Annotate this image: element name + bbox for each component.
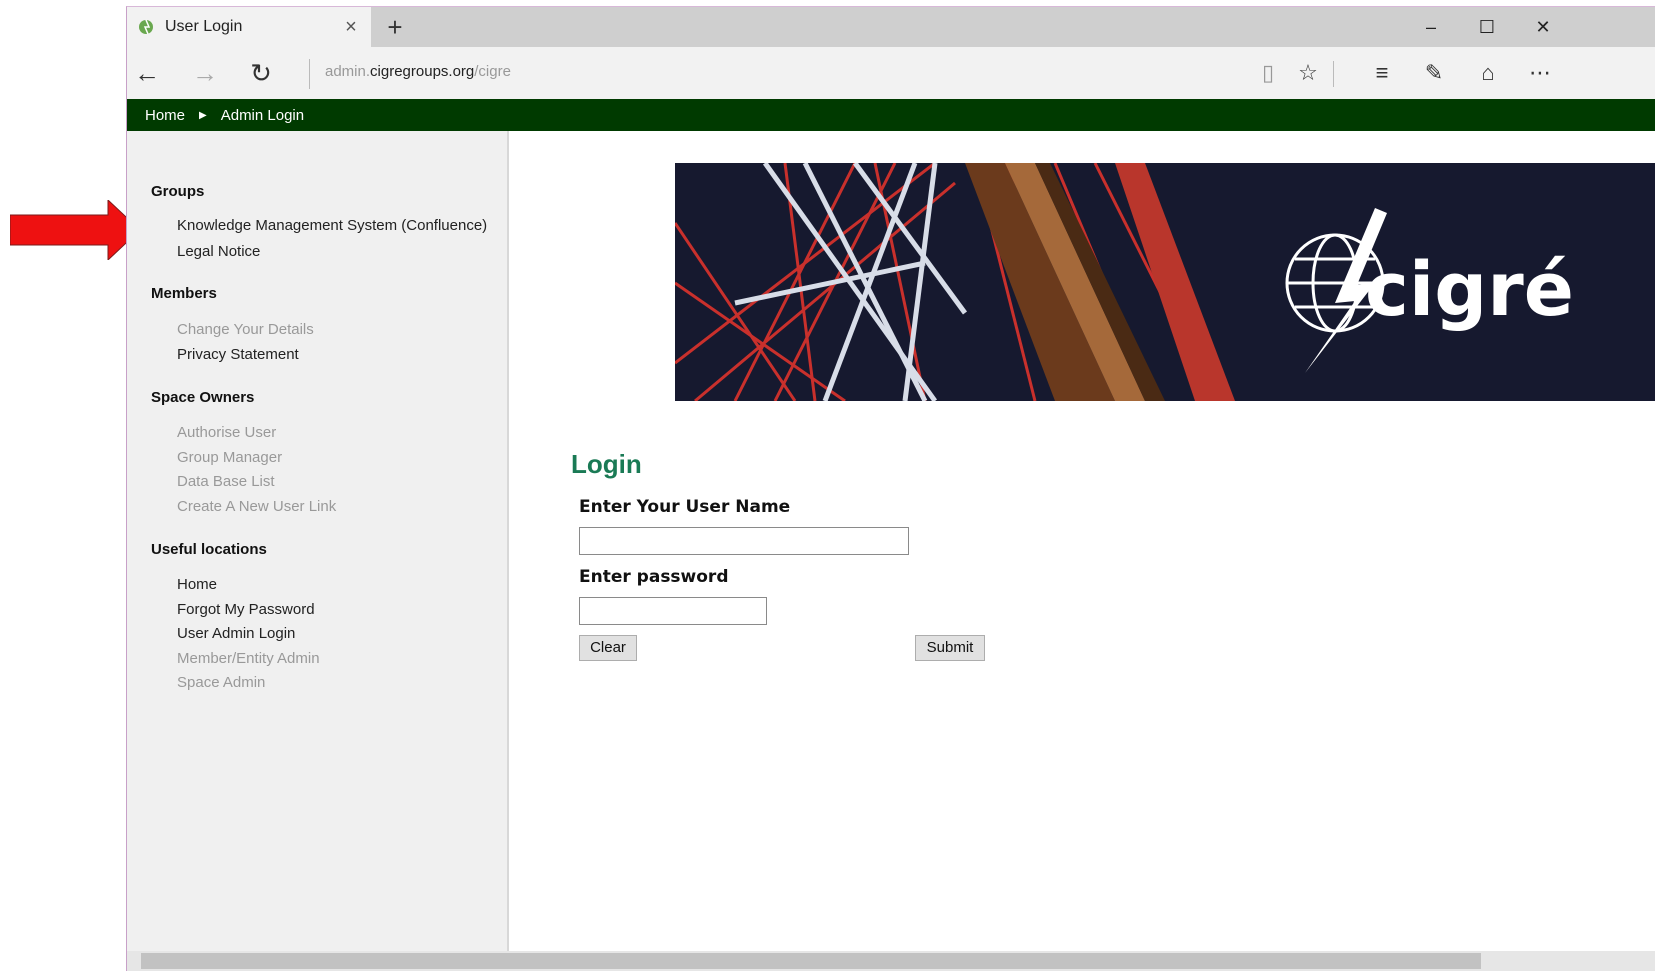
cigre-logo: cigré <box>1365 247 1574 333</box>
breadcrumb-home[interactable]: Home <box>145 107 185 124</box>
cigre-banner: cigré <box>675 163 1655 401</box>
url-divider <box>309 59 310 89</box>
section-members: Members <box>151 285 217 302</box>
sidebar-item-data-base-list[interactable]: Data Base List <box>177 473 275 490</box>
section-groups: Groups <box>151 183 205 200</box>
minimize-icon[interactable]: – <box>1403 7 1459 47</box>
sidebar-item-change-details[interactable]: Change Your Details <box>177 321 314 338</box>
more-icon[interactable]: ⋯ <box>1523 57 1557 89</box>
sidebar-item-knowledge-management[interactable]: Knowledge Management System (Confluence) <box>177 217 487 234</box>
browser-window: User Login × + – ☐ ✕ ← → ↻ admin.cigregr… <box>126 6 1655 971</box>
sidebar-item-privacy-statement[interactable]: Privacy Statement <box>177 346 299 363</box>
username-label: Enter Your User Name <box>579 497 791 517</box>
toolbar-divider <box>1333 61 1334 87</box>
username-input[interactable] <box>579 527 909 555</box>
web-note-icon[interactable]: ✎ <box>1417 57 1451 89</box>
favicon-icon <box>139 19 153 35</box>
sidebar-item-forgot-password[interactable]: Forgot My Password <box>177 601 315 618</box>
horizontal-scrollbar[interactable] <box>127 951 1655 971</box>
password-label: Enter password <box>579 567 729 587</box>
url-domain: cigregroups.org <box>370 63 475 80</box>
sidebar-item-legal-notice[interactable]: Legal Notice <box>177 243 260 260</box>
sidebar-item-member-entity-admin[interactable]: Member/Entity Admin <box>177 650 320 667</box>
close-window-icon[interactable]: ✕ <box>1515 7 1571 47</box>
sidebar-item-space-admin[interactable]: Space Admin <box>177 674 265 691</box>
clear-button[interactable]: Clear <box>579 635 637 661</box>
sidebar-item-create-user-link[interactable]: Create A New User Link <box>177 498 336 515</box>
breadcrumb-chevron-icon: ▶ <box>199 109 207 121</box>
scrollbar-thumb[interactable] <box>141 953 1481 969</box>
tab-close-icon[interactable]: × <box>339 16 363 39</box>
url-path: /cigre <box>474 63 511 80</box>
sidebar: Groups Knowledge Management System (Conf… <box>127 131 509 971</box>
refresh-icon[interactable]: ↻ <box>245 57 277 89</box>
password-input[interactable] <box>579 597 767 625</box>
breadcrumb-current[interactable]: Admin Login <box>221 107 304 124</box>
tab-bar: User Login × + – ☐ ✕ <box>127 7 1655 47</box>
main-content: cigré Login Enter Your User Name Enter p… <box>509 131 1655 911</box>
reading-view-icon[interactable]: ▯ <box>1251 57 1285 89</box>
sidebar-item-home[interactable]: Home <box>177 576 217 593</box>
section-useful-locations: Useful locations <box>151 541 267 558</box>
browser-tab[interactable]: User Login × <box>127 7 371 47</box>
new-tab-icon[interactable]: + <box>379 11 411 43</box>
tab-title: User Login <box>165 18 243 35</box>
sidebar-item-user-admin-login[interactable]: User Admin Login <box>177 625 295 642</box>
address-field[interactable]: admin.cigregroups.org/cigre <box>325 63 511 80</box>
section-space-owners: Space Owners <box>151 389 255 406</box>
back-icon[interactable]: ← <box>131 57 163 89</box>
forward-icon[interactable]: → <box>189 57 221 89</box>
maximize-icon[interactable]: ☐ <box>1459 7 1515 47</box>
banner-image: cigré <box>675 163 1655 401</box>
submit-button[interactable]: Submit <box>915 635 985 661</box>
address-bar-row: ← → ↻ admin.cigregroups.org/cigre ▯ ☆ ≡ … <box>127 47 1655 99</box>
breadcrumb: Home ▶ Admin Login <box>127 99 1655 131</box>
sidebar-item-group-manager[interactable]: Group Manager <box>177 449 282 466</box>
share-icon[interactable]: ⌂ <box>1471 57 1505 89</box>
favorite-star-icon[interactable]: ☆ <box>1291 57 1325 89</box>
sidebar-item-authorise-user[interactable]: Authorise User <box>177 424 276 441</box>
login-title: Login <box>571 449 642 479</box>
hub-icon[interactable]: ≡ <box>1365 57 1399 89</box>
url-prefix: admin. <box>325 63 371 80</box>
